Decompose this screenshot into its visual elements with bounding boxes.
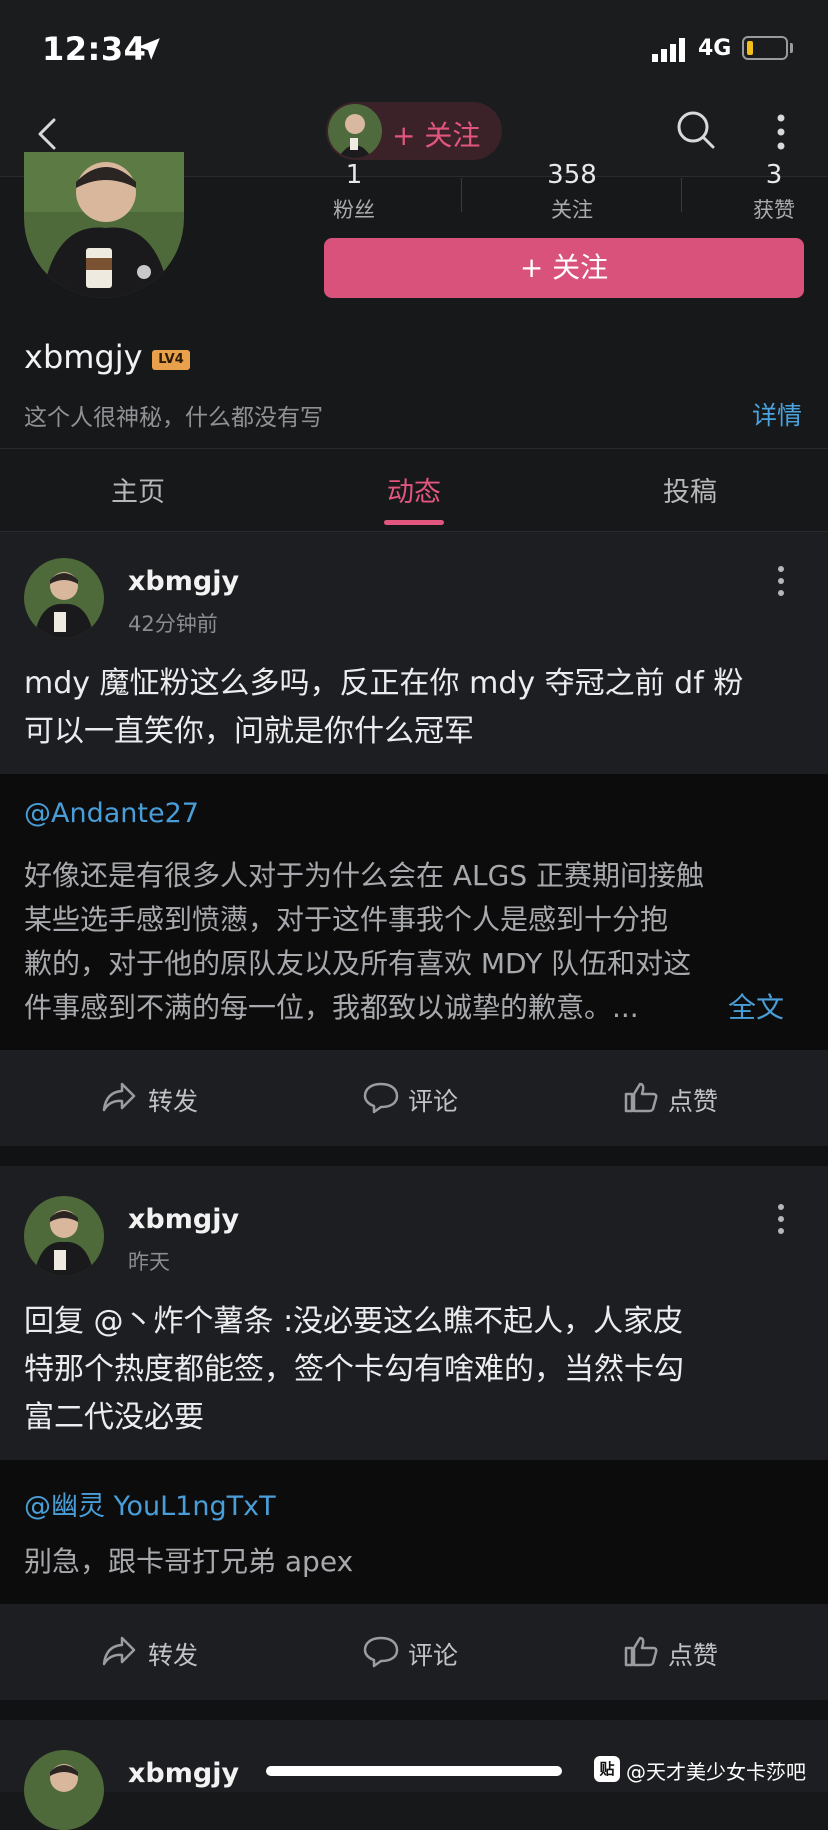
post-separator (0, 1146, 828, 1166)
thumbs-up-icon[interactable] (622, 1080, 660, 1114)
post-separator (0, 1700, 828, 1720)
followers-count: 1 (345, 160, 363, 190)
quote-text-line: 好像还是有很多人对于为什么会在 ALGS 正赛期间接触 (24, 859, 705, 892)
like-button[interactable]: 点赞 (668, 1082, 718, 1118)
search-icon[interactable] (676, 110, 716, 150)
profile-avatar[interactable] (24, 152, 184, 298)
detail-link[interactable]: 详情 (752, 396, 802, 432)
comment-button[interactable]: 评论 (408, 1082, 458, 1118)
comment-button[interactable]: 评论 (408, 1636, 458, 1672)
level-badge: LV4 (152, 350, 190, 370)
status-time: 12:34 (42, 30, 147, 68)
quote-text-line: 件事感到不满的每一位，我都致以诚挚的歉意。... (24, 991, 639, 1024)
more-vertical-icon[interactable] (776, 112, 786, 152)
avatar (328, 104, 382, 158)
signal-icon (652, 38, 685, 62)
location-arrow-icon (138, 38, 160, 60)
stat-divider (461, 178, 462, 212)
profile-bio: 这个人很神秘，什么都没有写 (24, 405, 323, 431)
post-username[interactable]: xbmgjy (128, 1758, 239, 1789)
likes-count: 3 (765, 160, 783, 190)
repost-button[interactable]: 转发 (148, 1082, 198, 1118)
repost-icon[interactable] (100, 1634, 138, 1668)
stat-divider (681, 178, 682, 212)
follow-button[interactable]: + 关注 (324, 238, 804, 298)
following-label: 关注 (551, 198, 593, 222)
tab-submissions[interactable]: 投稿 (600, 470, 780, 509)
home-indicator (266, 1766, 562, 1776)
more-vertical-icon[interactable] (776, 564, 786, 598)
quote-text-line: 别急，跟卡哥打兄弟 apex (24, 1545, 354, 1578)
quote-username[interactable]: @Andante27 (24, 798, 199, 829)
comment-icon[interactable] (362, 1080, 400, 1114)
avatar[interactable] (24, 558, 104, 638)
tieba-logo-icon: 贴 (594, 1756, 620, 1782)
more-vertical-icon[interactable] (776, 1202, 786, 1236)
tab-home[interactable]: 主页 (48, 470, 228, 509)
tab-dynamics[interactable]: 动态 (324, 470, 504, 509)
comment-icon[interactable] (362, 1634, 400, 1668)
avatar[interactable] (24, 1750, 104, 1830)
like-button[interactable]: 点赞 (668, 1636, 718, 1672)
post-text-line: 回复 @丶炸个薯条 :没必要这么瞧不起人，人家皮 (24, 1304, 684, 1339)
post-text-line: 富二代没必要 (24, 1400, 204, 1435)
avatar[interactable] (24, 1196, 104, 1276)
followers-label: 粉丝 (333, 198, 375, 222)
network-type: 4G (698, 36, 732, 61)
following-count: 358 (547, 160, 597, 190)
post-time: 昨天 (128, 1250, 170, 1274)
battery-cap (790, 43, 793, 53)
back-arrow-icon[interactable] (34, 116, 60, 152)
quote-username[interactable]: @幽灵 YouL1ngTxT (24, 1484, 276, 1523)
nav-follow-button[interactable]: + 关注 (392, 114, 480, 154)
profile-username: xbmgjy (24, 338, 143, 376)
quote-text-line: 某些选手感到愤懑，对于这件事我个人是感到十分抱 (24, 903, 669, 936)
likes-label: 获赞 (753, 198, 795, 222)
quote-text-line: 歉的，对于他的原队友以及所有喜欢 MDY 队伍和对这 (24, 947, 692, 980)
active-tab-indicator (384, 520, 444, 525)
battery-icon (742, 36, 788, 60)
post-username[interactable]: xbmgjy (128, 566, 239, 597)
repost-button[interactable]: 转发 (148, 1636, 198, 1672)
read-more-link[interactable]: 全文 (728, 986, 798, 1030)
post-time: 42分钟前 (128, 612, 218, 636)
repost-icon[interactable] (100, 1080, 138, 1114)
post-text-line: mdy 魔怔粉这么多吗，反正在你 mdy 夺冠之前 df 粉 (24, 666, 744, 701)
post-text-line: 可以一直笑你，问就是你什么冠军 (24, 714, 474, 749)
watermark-text: @天才美少女卡莎吧 (626, 1760, 806, 1784)
post-username[interactable]: xbmgjy (128, 1204, 239, 1235)
thumbs-up-icon[interactable] (622, 1634, 660, 1668)
post-text-line: 特那个热度都能签，签个卡勾有啥难的，当然卡勾 (24, 1352, 684, 1387)
